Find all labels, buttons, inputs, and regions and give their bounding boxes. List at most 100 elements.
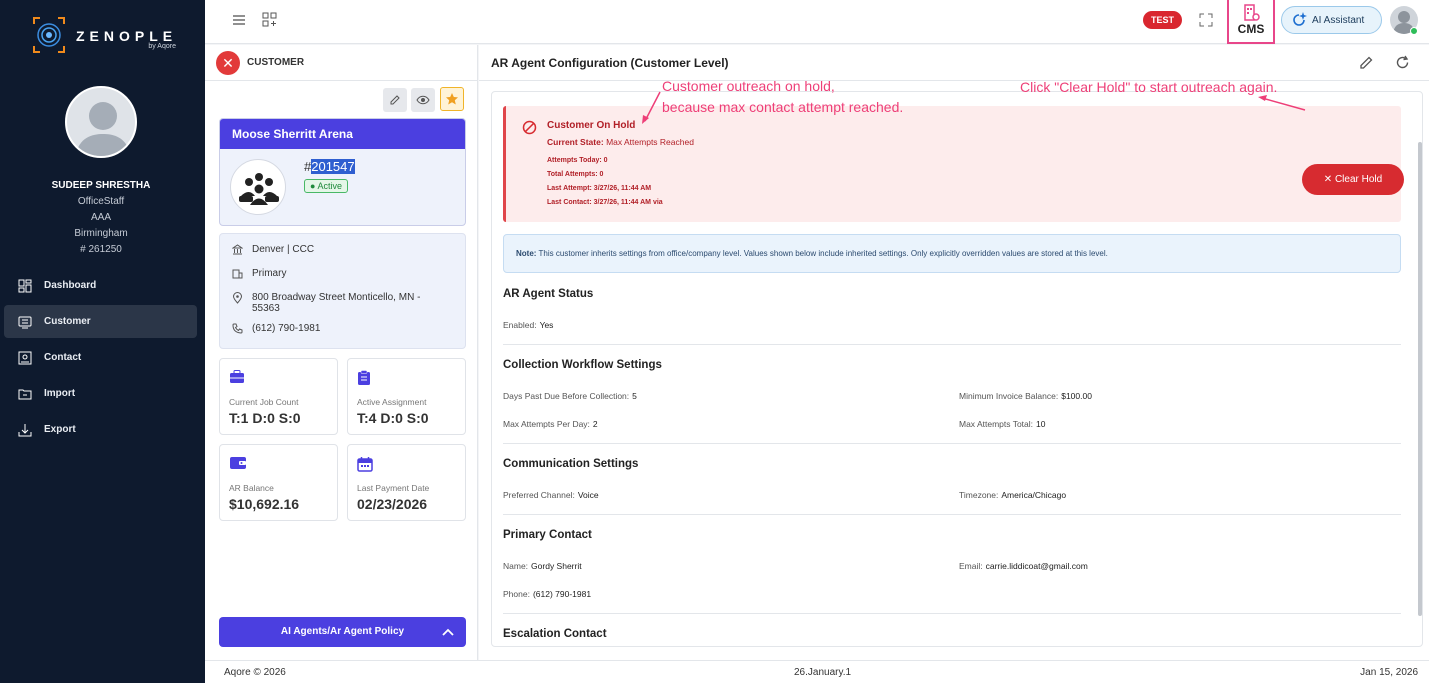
field-value: Voice (577, 490, 599, 500)
main-panel: AR Agent Configuration (Customer Level) … (479, 45, 1429, 660)
annotation-hold-line2: because max contact attempt reached. (662, 99, 904, 115)
customer-details-card: Denver | CCC Primary 800 Broadway Street… (219, 233, 466, 349)
nav-label: Customer (44, 316, 91, 327)
address-row: 800 Broadway Street Monticello, MN -5536… (232, 292, 420, 314)
footer-version: 26.January.1 (794, 667, 852, 678)
user-role: OfficeStaff (77, 196, 125, 207)
edit-customer-button[interactable] (383, 88, 407, 112)
field-value: America/Chicago (1001, 490, 1067, 500)
ar-balance-card[interactable]: AR Balance $10,692.16 (219, 444, 338, 521)
dashboard-icon (18, 279, 32, 292)
footer-date: Jan 15, 2026 (1360, 667, 1418, 678)
field-contact-phone: Phone: (612) 790-1981 (503, 589, 591, 599)
field-value: carrie.liddicoat@gmail.com (985, 561, 1088, 571)
field-value: Gordy Sherrit (531, 561, 582, 571)
customer-card: Moose Sherritt Arena #201547 ● Active (219, 118, 466, 226)
nav-item-customer[interactable]: Customer (4, 305, 197, 338)
hold-state: Current State: Max Attempts Reached (547, 137, 694, 147)
import-icon (18, 389, 32, 399)
job-count-card[interactable]: Current Job Count T:1 D:0 S:0 (219, 358, 338, 435)
stat-label: Active Assignment (357, 397, 427, 407)
user-company: AAA (90, 212, 111, 223)
field-label: Max Attempts Total: (959, 419, 1034, 429)
policy-button-label: AI Agents/Ar Agent Policy (280, 626, 405, 637)
bank-icon (232, 244, 243, 255)
page-title: AR Agent Configuration (Customer Level) (491, 56, 729, 70)
hold-state-label: Current State: (547, 137, 604, 147)
config-content: Customer On Hold Current State: Max Atte… (491, 91, 1423, 647)
address-line1: 800 Broadway Street Monticello, MN - (252, 292, 421, 303)
address-type: Primary (252, 268, 287, 279)
stat-value: T:1 D:0 S:0 (229, 410, 301, 426)
last-payment-card[interactable]: Last Payment Date 02/23/2026 (347, 444, 466, 521)
inheritance-note: Note: This customer inherits settings fr… (503, 234, 1401, 273)
divider (503, 613, 1401, 614)
section-title-primary-contact: Primary Contact (503, 529, 592, 541)
user-id: # 261250 (80, 244, 122, 255)
annotation-clear-hint: Click "Clear Hold" to start outreach aga… (1020, 79, 1278, 95)
cms-button[interactable]: CMS (1227, 0, 1275, 44)
view-customer-button[interactable] (411, 88, 435, 112)
field-label: Days Past Due Before Collection: (503, 391, 630, 401)
nav-label: Dashboard (44, 280, 97, 291)
divider (503, 514, 1401, 515)
address-type-row: Primary (232, 268, 286, 279)
customer-number-value: 201547 (311, 159, 355, 174)
main-header: AR Agent Configuration (Customer Level) (479, 45, 1429, 81)
section-title-escalation: Escalation Contact (503, 628, 607, 640)
nav-label: Import (44, 388, 76, 399)
user-name: SUDEEP SHRESTHA (51, 180, 151, 191)
divider (503, 344, 1401, 345)
close-customer-button[interactable]: ✕ (216, 51, 240, 75)
ai-assistant-button[interactable]: AI Assistant (1281, 6, 1382, 34)
annotation-hold-line1: Customer outreach on hold, (662, 78, 835, 94)
apps-icon[interactable] (262, 12, 277, 27)
field-value: 2 (592, 419, 598, 429)
footer: Aqore © 2026 26.January.1 Jan 15, 2026 (205, 660, 1429, 683)
fullscreen-icon[interactable] (1198, 12, 1214, 28)
menu-icon[interactable] (232, 13, 246, 27)
field-enabled: Enabled: Yes (503, 320, 553, 330)
field-days-past-due: Days Past Due Before Collection: 5 (503, 391, 637, 401)
nav-item-dashboard[interactable]: Dashboard (4, 269, 197, 302)
cms-building-icon (1244, 4, 1260, 21)
hold-title: Customer On Hold (547, 120, 636, 131)
wallet-icon (230, 457, 246, 469)
customer-name: Moose Sherritt Arena (220, 119, 465, 149)
favorite-button[interactable] (440, 87, 464, 111)
field-contact-email: Email: carrie.liddicoat@gmail.com (959, 561, 1088, 571)
star-icon (446, 93, 458, 105)
group-icon (239, 173, 279, 205)
hold-state-value: Max Attempts Reached (606, 137, 694, 147)
scrollbar[interactable] (1418, 142, 1422, 616)
building-icon (232, 269, 243, 279)
attempts-today: Attempts Today: 0 (547, 157, 608, 164)
nav-item-export[interactable]: Export (4, 413, 197, 446)
stat-value: T:4 D:0 S:0 (357, 410, 429, 426)
customer-phone[interactable]: (612) 790-1981 (252, 323, 320, 334)
active-assignment-card[interactable]: Active Assignment T:4 D:0 S:0 (347, 358, 466, 435)
customer-panel: ✕ CUSTOMER Moose Sherritt Arena #201547 … (205, 45, 478, 660)
customer-panel-title: CUSTOMER (247, 57, 305, 68)
field-label: Timezone: (959, 490, 999, 500)
nav-item-contact[interactable]: Contact (4, 341, 197, 374)
brand-logo[interactable]: ZENOPLE by Aqore (30, 14, 190, 56)
field-timezone: Timezone: America/Chicago (959, 490, 1066, 500)
calendar-icon (357, 457, 373, 472)
ai-agent-policy-button[interactable]: AI Agents/Ar Agent Policy (219, 617, 466, 647)
sidebar: ZENOPLE by Aqore SUDEEP SHRESTHA OfficeS… (0, 0, 205, 683)
stat-value: $10,692.16 (229, 496, 300, 512)
clear-hold-button[interactable]: ✕ Clear Hold (1302, 164, 1404, 195)
stat-label: AR Balance (229, 483, 274, 493)
edit-pencil-icon[interactable] (1359, 55, 1374, 70)
nav-label: Contact (44, 352, 82, 363)
field-min-invoice: Minimum Invoice Balance: $100.00 (959, 391, 1092, 401)
total-attempts: Total Attempts: 0 (547, 171, 604, 178)
main-nav: Dashboard Customer Contact Import Export (4, 269, 197, 449)
user-avatar[interactable] (65, 86, 137, 158)
nav-item-import[interactable]: Import (4, 377, 197, 410)
address-line2: 55363 (252, 303, 280, 314)
refresh-icon[interactable] (1395, 55, 1410, 70)
eye-icon (416, 95, 430, 105)
stat-label: Last Payment Date (357, 483, 430, 493)
